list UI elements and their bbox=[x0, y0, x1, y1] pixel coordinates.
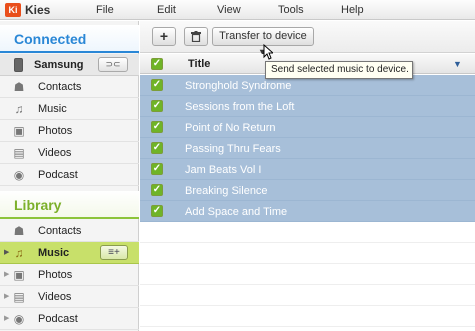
videos-icon: ▤ bbox=[13, 146, 25, 160]
row-checkbox[interactable]: ✓ bbox=[151, 142, 163, 154]
sort-descending-icon[interactable]: ▼ bbox=[453, 59, 462, 69]
sidebar-item-library-photos[interactable]: ▶ ▣ Photos bbox=[0, 264, 139, 286]
list-item[interactable]: ✓ Jam Beats Vol I bbox=[140, 159, 475, 180]
mouse-cursor-icon bbox=[263, 44, 273, 60]
song-title: Breaking Silence bbox=[185, 185, 268, 197]
music-list: ✓ Title ▼ ✓ Stronghold Syndrome ✓ Sessio… bbox=[140, 54, 475, 331]
add-playlist-button[interactable]: ≡+ bbox=[100, 245, 128, 260]
menu-file[interactable]: File bbox=[96, 4, 114, 16]
row-checkbox[interactable]: ✓ bbox=[151, 205, 163, 217]
menu-view[interactable]: View bbox=[217, 4, 241, 16]
videos-icon: ▤ bbox=[13, 290, 25, 304]
library-header: Library bbox=[0, 191, 139, 219]
contacts-icon: ☗ bbox=[13, 224, 25, 238]
list-item[interactable]: ✓ Breaking Silence bbox=[140, 180, 475, 201]
sidebar-item-library-podcast[interactable]: ▶ ◉ Podcast bbox=[0, 308, 139, 330]
toolbar: + Transfer to device ▼ bbox=[140, 21, 475, 59]
sidebar-item-label: Contacts bbox=[38, 81, 82, 93]
plus-icon: + bbox=[159, 28, 169, 44]
connected-devices-header: Connected devices bbox=[0, 25, 139, 75]
menu-help[interactable]: Help bbox=[341, 4, 364, 16]
row-checkbox[interactable]: ✓ bbox=[151, 163, 163, 175]
empty-row bbox=[140, 222, 475, 243]
podcast-icon: ◉ bbox=[13, 168, 25, 182]
menu-edit[interactable]: Edit bbox=[157, 4, 176, 16]
list-item[interactable]: ✓ Sessions from the Loft bbox=[140, 96, 475, 117]
empty-row bbox=[140, 264, 475, 285]
sidebar-item-device-photos[interactable]: ▣ Photos bbox=[0, 120, 139, 142]
transfer-tooltip: Send selected music to device. bbox=[265, 61, 413, 79]
kies-logo: Ki bbox=[5, 3, 21, 17]
row-checkbox[interactable]: ✓ bbox=[151, 100, 163, 112]
photos-icon: ▣ bbox=[13, 268, 25, 282]
sidebar: Connected devices Samsung ⊃⊂ ☗ Contacts … bbox=[0, 21, 139, 331]
sidebar-item-library-videos[interactable]: ▶ ▤ Videos bbox=[0, 286, 139, 308]
sidebar-item-label: Videos bbox=[38, 147, 72, 159]
menu-tools[interactable]: Tools bbox=[278, 4, 304, 16]
sidebar-item-device-podcast[interactable]: ◉ Podcast bbox=[0, 164, 139, 186]
contacts-icon: ☗ bbox=[13, 80, 25, 94]
song-title: Add Space and Time bbox=[185, 206, 288, 218]
song-title: Jam Beats Vol I bbox=[185, 164, 262, 176]
music-icon: ♫ bbox=[14, 246, 24, 260]
expand-arrow-icon[interactable]: ▶ bbox=[4, 292, 9, 300]
select-all-checkbox[interactable]: ✓ bbox=[151, 58, 163, 70]
sidebar-item-label: Videos bbox=[38, 291, 72, 303]
device-row-samsung[interactable]: Samsung ⊃⊂ bbox=[0, 54, 139, 76]
song-title: Sessions from the Loft bbox=[185, 101, 295, 113]
sidebar-item-label: Contacts bbox=[38, 225, 82, 237]
sidebar-item-label: Podcast bbox=[38, 169, 78, 181]
disconnect-button[interactable]: ⊃⊂ bbox=[98, 57, 128, 72]
app-title: Kies bbox=[25, 3, 51, 17]
row-checkbox[interactable]: ✓ bbox=[151, 121, 163, 133]
delete-button[interactable] bbox=[184, 27, 208, 46]
music-icon: ♫ bbox=[14, 102, 24, 116]
list-item[interactable]: ✓ Passing Thru Fears bbox=[140, 138, 475, 159]
expand-arrow-icon[interactable]: ▶ bbox=[4, 248, 9, 256]
sidebar-item-device-music[interactable]: ♫ Music bbox=[0, 98, 139, 120]
sidebar-item-label: Podcast bbox=[38, 313, 78, 325]
song-title: Point of No Return bbox=[185, 122, 276, 134]
sidebar-item-device-contacts[interactable]: ☗ Contacts bbox=[0, 76, 139, 98]
podcast-icon: ◉ bbox=[13, 312, 25, 326]
expand-arrow-icon[interactable]: ▶ bbox=[4, 270, 9, 278]
sidebar-item-label: Music bbox=[38, 247, 70, 259]
phone-icon bbox=[14, 58, 23, 72]
column-title-header[interactable]: Title bbox=[188, 58, 210, 70]
empty-row bbox=[140, 243, 475, 264]
photos-icon: ▣ bbox=[13, 124, 25, 138]
sidebar-item-library-contacts[interactable]: ☗ Contacts bbox=[0, 220, 139, 242]
sidebar-item-label: Photos bbox=[38, 125, 73, 137]
sidebar-item-device-videos[interactable]: ▤ Videos bbox=[0, 142, 139, 164]
expand-arrow-icon[interactable]: ▶ bbox=[4, 314, 9, 322]
empty-row bbox=[140, 306, 475, 327]
row-checkbox[interactable]: ✓ bbox=[151, 79, 163, 91]
empty-row bbox=[140, 285, 475, 306]
list-item[interactable]: ✓ Point of No Return bbox=[140, 117, 475, 138]
sidebar-item-library-music[interactable]: ▶ ♫ Music ≡+ bbox=[0, 242, 139, 264]
sidebar-item-label: Music bbox=[38, 103, 67, 115]
add-button[interactable]: + bbox=[152, 27, 176, 46]
song-title: Passing Thru Fears bbox=[185, 143, 281, 155]
row-checkbox[interactable]: ✓ bbox=[151, 184, 163, 196]
menu-bar: Ki Kies File Edit View Tools Help bbox=[0, 0, 475, 20]
trash-icon bbox=[191, 31, 201, 43]
list-item[interactable]: ✓ Add Space and Time bbox=[140, 201, 475, 222]
sidebar-item-label: Photos bbox=[38, 269, 73, 281]
song-title: Stronghold Syndrome bbox=[185, 80, 292, 92]
device-name: Samsung bbox=[34, 59, 84, 71]
